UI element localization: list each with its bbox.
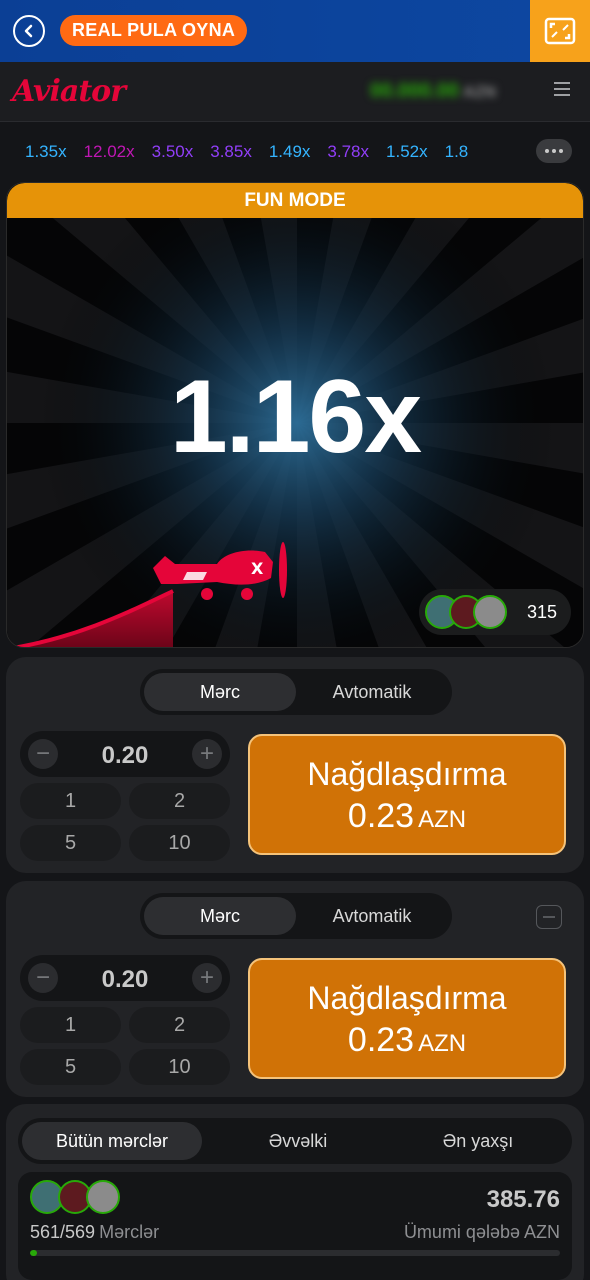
bets-count-label: Mərclər: [99, 1222, 160, 1242]
history-more-button[interactable]: [536, 139, 572, 163]
history-multiplier[interactable]: 3.85x: [210, 142, 252, 162]
balance-value: 00.000.00: [370, 80, 459, 102]
history-multiplier[interactable]: 3.50x: [152, 142, 194, 162]
avatar: [86, 1180, 120, 1214]
history-multiplier[interactable]: 1.49x: [269, 142, 311, 162]
quick-amount-button[interactable]: 2: [129, 1007, 230, 1043]
balance: 00.000.00 AZN: [370, 80, 496, 103]
tab-auto[interactable]: Avtomatik: [296, 897, 448, 935]
quick-amount-button[interactable]: 2: [129, 783, 230, 819]
cashout-button[interactable]: Nağdlaşdırma 0.23 AZN: [248, 734, 566, 855]
bets-section: Bütün mərclər Əvvəlki Ən yaxşı 561/569 Mə…: [6, 1104, 584, 1280]
history-multiplier[interactable]: 3.78x: [327, 142, 369, 162]
more-dots-icon: [545, 149, 549, 153]
cashout-label: Nağdlaşdırma: [307, 756, 507, 792]
tab-bet[interactable]: Mərc: [144, 897, 296, 935]
history-multiplier[interactable]: 1.35x: [25, 142, 67, 162]
history-multiplier[interactable]: 12.02x: [84, 142, 135, 162]
bets-summary: 561/569 Mərclər 385.76 Ümumi qələbə AZN: [18, 1172, 572, 1280]
cashout-button[interactable]: Nağdlaşdırma 0.23 AZN: [248, 958, 566, 1079]
quick-amount-button[interactable]: 1: [20, 1007, 121, 1043]
hamburger-menu-icon[interactable]: [554, 82, 570, 96]
cashout-amount: 0.23: [347, 797, 415, 835]
quick-amount-button[interactable]: 10: [129, 1049, 230, 1085]
tab-bet[interactable]: Mərc: [144, 673, 296, 711]
chevron-left-icon: [24, 24, 33, 38]
bets-count: 561/569 Mərclər: [30, 1222, 159, 1243]
increase-stake-button[interactable]: +: [192, 739, 222, 769]
cashout-currency: AZN: [418, 806, 467, 833]
back-button[interactable]: [13, 15, 45, 47]
aviator-logo: Aviator: [12, 74, 126, 109]
bets-progress-bar: [30, 1250, 560, 1256]
stake-stepper: − 0.20 +: [20, 731, 230, 777]
svg-text:X: X: [251, 559, 264, 578]
real-money-button[interactable]: REAL PULA OYNA: [60, 15, 248, 46]
quick-amount-button[interactable]: 5: [20, 825, 121, 861]
history-multiplier[interactable]: 1.52x: [386, 142, 428, 162]
bet-mode-tabs: Mərc Avtomatik: [140, 669, 452, 715]
fullscreen-button[interactable]: [530, 0, 590, 62]
bet-panel: Mərc Avtomatik − 0.20 + 1 2 5 10 Nağdlaş…: [6, 657, 584, 873]
cashout-currency: AZN: [418, 1030, 467, 1057]
fullscreen-icon: [544, 17, 576, 45]
cashout-label: Nağdlaşdırma: [307, 980, 507, 1016]
players-online: 315: [419, 589, 571, 635]
stake-stepper: − 0.20 +: [20, 955, 230, 1001]
total-win-label: Ümumi qələbə AZN: [403, 1222, 560, 1242]
tab-top[interactable]: Ən yaxşı: [388, 1122, 568, 1160]
tab-previous[interactable]: Əvvəlki: [208, 1122, 388, 1160]
current-multiplier: 1.16x: [169, 359, 422, 475]
plane-icon: X: [153, 542, 287, 600]
cashout-amount: 0.23: [347, 1021, 415, 1059]
quick-amount-button[interactable]: 1: [20, 783, 121, 819]
quick-amount-button[interactable]: 5: [20, 1049, 121, 1085]
bet-panel: Mərc Avtomatik − 0.20 + 1 2 5 10 Nağdlaş…: [6, 881, 584, 1097]
multiplier-history: 1.35x 12.02x 3.50x 3.85x 1.49x 3.78x 1.52x 1.8: [0, 122, 590, 180]
avatar: [473, 595, 507, 629]
bets-progress-fill: [30, 1250, 38, 1256]
history-multiplier[interactable]: 1.8: [445, 142, 469, 162]
bets-count-value: 561/569: [30, 1222, 96, 1242]
balance-currency: AZN: [462, 84, 496, 101]
bets-tabs: Bütün mərclər Əvvəlki Ən yaxşı: [18, 1118, 572, 1164]
game-header: Aviator 00.000.00 AZN: [0, 62, 590, 122]
fun-mode-banner: FUN MODE: [7, 183, 583, 218]
bet-mode-tabs: Mərc Avtomatik: [140, 893, 452, 939]
quick-amount-button[interactable]: 10: [129, 825, 230, 861]
remove-panel-icon[interactable]: [536, 905, 562, 929]
increase-stake-button[interactable]: +: [192, 963, 222, 993]
tab-auto[interactable]: Avtomatik: [296, 673, 448, 711]
top-bar: REAL PULA OYNA: [0, 0, 590, 62]
tab-all-bets[interactable]: Bütün mərclər: [22, 1122, 202, 1160]
total-win: 385.76: [486, 1186, 560, 1213]
history-list: 1.35x 12.02x 3.50x 3.85x 1.49x 3.78x 1.52x 1.8: [25, 142, 530, 162]
players-count: 315: [526, 602, 557, 622]
game-canvas: FUN MODE 1.16x X 315: [6, 182, 584, 648]
